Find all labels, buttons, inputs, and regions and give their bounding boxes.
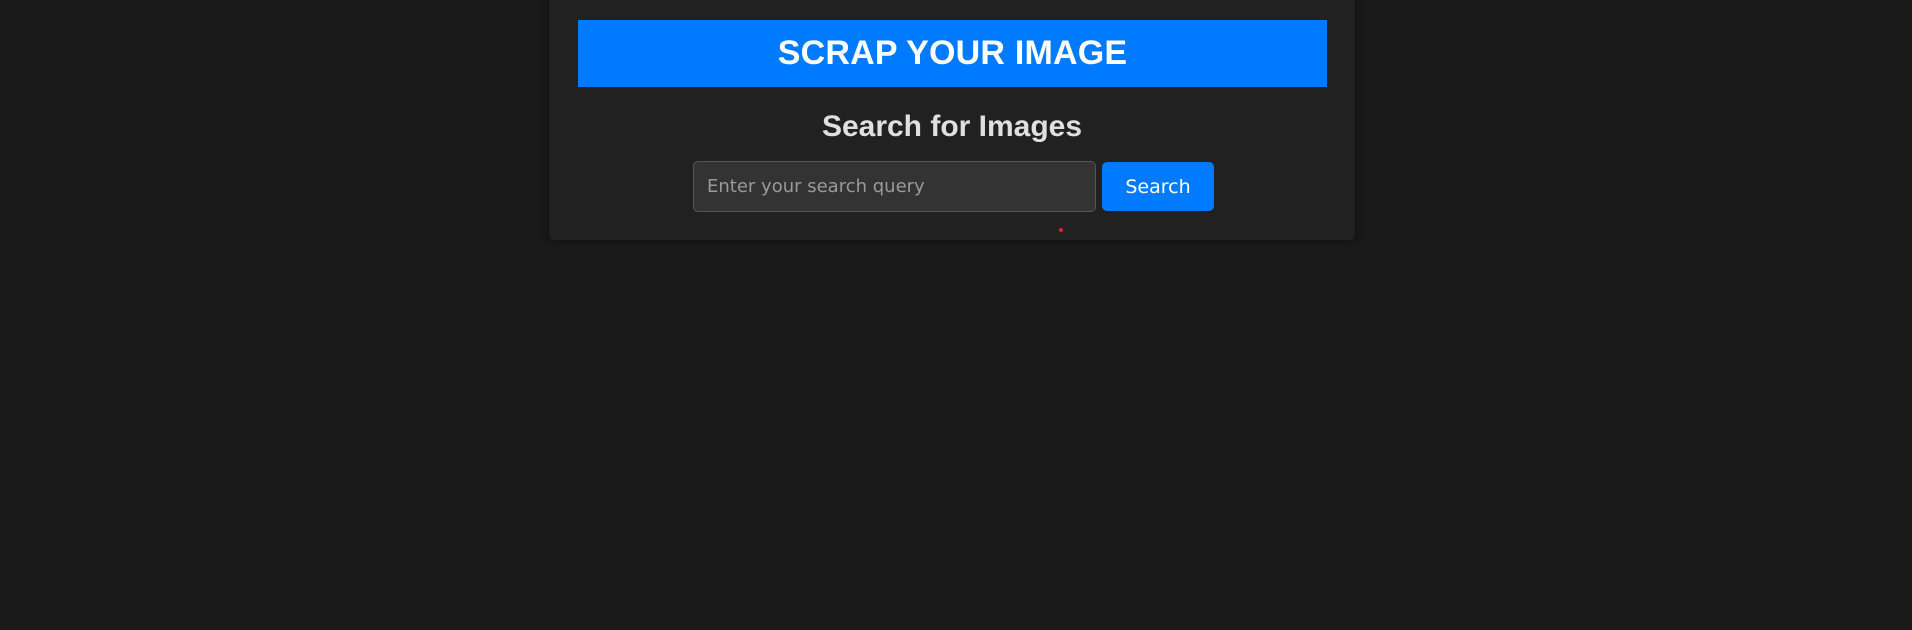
search-button[interactable]: Search [1102, 162, 1214, 211]
search-input[interactable] [693, 161, 1096, 212]
header-banner: SCRAP YOUR IMAGE [578, 20, 1327, 87]
app-title: SCRAP YOUR IMAGE [777, 34, 1128, 72]
loading-indicator-dot [1059, 228, 1063, 232]
main-card: SCRAP YOUR IMAGE Search for Images Searc… [549, 0, 1355, 240]
search-form: Search [693, 161, 1214, 212]
search-heading: Search for Images [821, 110, 1083, 143]
